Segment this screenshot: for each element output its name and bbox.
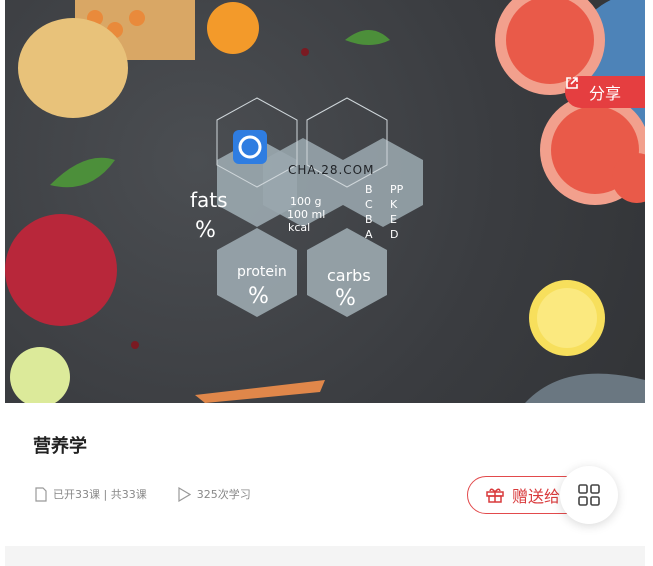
grid-menu-button[interactable]	[560, 466, 618, 524]
pomegranate	[5, 214, 117, 326]
course-cover-image[interactable]: fats % 100 g 100 ml kcal B C B A PP K E …	[5, 0, 645, 403]
grid-menu-icon	[578, 484, 600, 506]
grapefruit-flesh	[506, 0, 594, 84]
lemon-flesh	[537, 288, 597, 348]
course-title: 营养学	[33, 436, 87, 457]
share-label: 分享	[588, 84, 621, 103]
label-fats: fats	[190, 188, 228, 212]
apricot	[129, 10, 145, 26]
label-mineral-2: K	[390, 198, 398, 211]
label-protein: protein	[237, 264, 287, 280]
share-button[interactable]: 分享	[565, 76, 645, 108]
berry	[301, 48, 309, 56]
squash	[18, 18, 128, 118]
watermark: CHA.28.COM	[288, 163, 375, 177]
label-mineral-4: D	[390, 228, 399, 241]
share-external-icon	[566, 77, 578, 89]
course-card: fats % 100 g 100 ml kcal B C B A PP K E …	[5, 0, 645, 552]
course-meta: 已开33课 | 共33课 325次学习	[35, 486, 251, 502]
gift-icon	[486, 488, 504, 503]
label-vitamin-1: B	[365, 183, 373, 196]
label-protein-percent: %	[248, 284, 269, 309]
views-text: 325次学习	[196, 488, 251, 501]
document-icon	[35, 486, 47, 502]
label-mineral-3: E	[390, 213, 397, 226]
views-info: 325次学习	[177, 486, 251, 502]
gift-label: 赠送给	[512, 487, 561, 506]
plate-bottom	[525, 373, 645, 403]
lessons-text: 已开33课 | 共33课	[53, 488, 147, 501]
cover-illustration	[5, 0, 645, 403]
label-vitamin-3: B	[365, 213, 373, 226]
herb-leaf	[345, 30, 390, 45]
berry	[131, 341, 139, 349]
play-icon	[178, 486, 191, 502]
leaf	[50, 157, 115, 188]
lime	[10, 347, 70, 403]
label-mineral-1: PP	[390, 183, 404, 196]
lessons-info: 已开33课 | 共33课	[35, 486, 147, 502]
app-logo-badge	[233, 130, 267, 164]
label-vitamin-2: C	[365, 198, 373, 211]
label-info-2: 100 ml	[287, 208, 326, 221]
label-carbs-percent: %	[335, 286, 356, 311]
next-card-edge	[5, 546, 645, 566]
label-vitamin-4: A	[365, 228, 373, 241]
carrot	[195, 380, 325, 403]
label-info-1: 100 g	[290, 195, 322, 208]
label-carbs: carbs	[327, 266, 371, 285]
orange	[207, 2, 259, 54]
label-info-3: kcal	[288, 221, 311, 234]
label-fats-percent: %	[195, 218, 216, 243]
